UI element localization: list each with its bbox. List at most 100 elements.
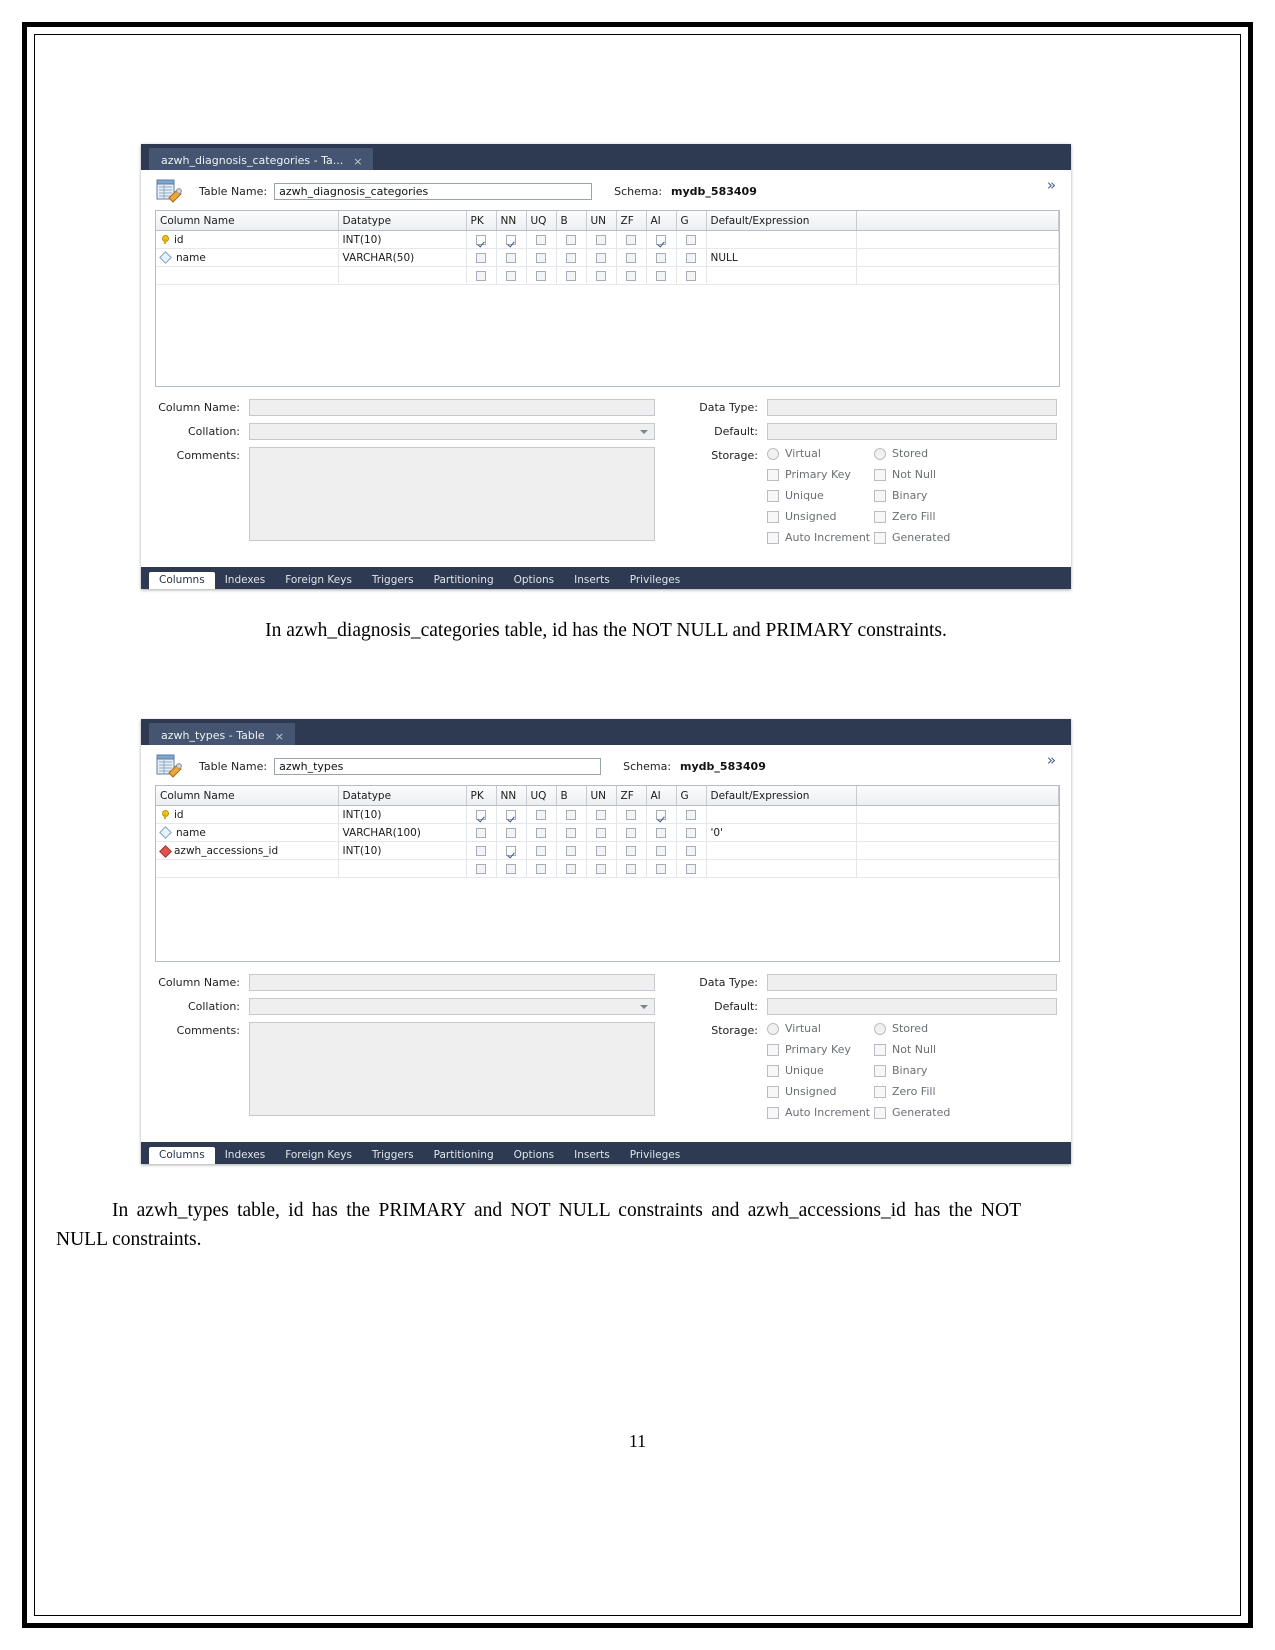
storage-option-virtual[interactable]: Virtual <box>767 447 874 460</box>
checkbox-icon[interactable] <box>767 489 779 502</box>
flag-nn-cell[interactable] <box>496 805 527 824</box>
checkbox-icon[interactable] <box>767 510 779 523</box>
detail-data-type-input[interactable] <box>767 974 1057 991</box>
storage-option-generated[interactable]: Generated <box>874 531 981 544</box>
flag-nn-cell[interactable] <box>496 841 527 860</box>
checkbox-zf-icon[interactable] <box>626 863 636 874</box>
flag-zf-cell[interactable] <box>616 248 647 267</box>
checkbox-icon[interactable] <box>767 1064 779 1077</box>
checkbox-icon[interactable] <box>874 1106 886 1119</box>
checkbox-nn-icon[interactable] <box>506 863 516 874</box>
tab-triggers[interactable]: Triggers <box>362 1147 424 1164</box>
checkbox-un-icon[interactable] <box>596 234 606 245</box>
flag-b-cell[interactable] <box>556 823 587 842</box>
checkbox-uq-icon[interactable] <box>536 270 546 281</box>
checkbox-zf-icon[interactable] <box>626 809 636 820</box>
flag-zf-cell[interactable] <box>616 230 647 249</box>
detail-column-name-input[interactable] <box>249 974 655 991</box>
tab-options[interactable]: Options <box>504 572 565 589</box>
flag-zf-cell[interactable] <box>616 823 647 842</box>
checkbox-pk-icon[interactable] <box>476 270 486 281</box>
grid-header-cell[interactable]: G <box>676 786 707 806</box>
flag-g-cell[interactable] <box>676 248 707 267</box>
flag-b-cell[interactable] <box>556 841 587 860</box>
flag-ai-cell[interactable] <box>646 823 677 842</box>
checkbox-nn-icon[interactable] <box>506 827 516 838</box>
checkbox-un-icon[interactable] <box>596 252 606 263</box>
column-name-cell[interactable]: name <box>156 823 339 842</box>
flag-un-cell[interactable] <box>586 248 617 267</box>
flag-g-cell[interactable] <box>676 859 707 878</box>
column-name-cell[interactable] <box>156 266 339 285</box>
grid-header-cell[interactable]: Datatype <box>338 211 467 231</box>
storage-option-not-null[interactable]: Not Null <box>874 468 981 481</box>
checkbox-b-icon[interactable] <box>566 234 576 245</box>
flag-b-cell[interactable] <box>556 266 587 285</box>
checkbox-g-icon[interactable] <box>686 252 696 263</box>
storage-option-zero-fill[interactable]: Zero Fill <box>874 1085 981 1098</box>
flag-g-cell[interactable] <box>676 841 707 860</box>
flag-g-cell[interactable] <box>676 266 707 285</box>
checkbox-icon[interactable] <box>874 1043 886 1056</box>
flag-un-cell[interactable] <box>586 805 617 824</box>
storage-option-binary[interactable]: Binary <box>874 489 981 502</box>
grid-header-cell[interactable]: ZF <box>616 786 647 806</box>
checkbox-uq-icon[interactable] <box>536 845 546 856</box>
checkbox-uq-icon[interactable] <box>536 234 546 245</box>
tab-options[interactable]: Options <box>504 1147 565 1164</box>
storage-option-binary[interactable]: Binary <box>874 1064 981 1077</box>
flag-pk-cell[interactable] <box>466 805 497 824</box>
chevron-down-icon[interactable]: » <box>1047 178 1056 193</box>
checkbox-b-icon[interactable] <box>566 252 576 263</box>
checkbox-zf-icon[interactable] <box>626 827 636 838</box>
checkbox-un-icon[interactable] <box>596 827 606 838</box>
flag-b-cell[interactable] <box>556 859 587 878</box>
tab-privileges[interactable]: Privileges <box>620 572 691 589</box>
close-icon[interactable]: × <box>353 156 362 167</box>
flag-b-cell[interactable] <box>556 248 587 267</box>
checkbox-pk-icon[interactable] <box>476 252 486 263</box>
flag-zf-cell[interactable] <box>616 266 647 285</box>
checkbox-pk-icon[interactable] <box>476 827 486 838</box>
chevron-down-icon[interactable]: » <box>1047 753 1056 768</box>
tab-indexes[interactable]: Indexes <box>215 1147 276 1164</box>
grid-header-cell[interactable]: Datatype <box>338 786 467 806</box>
grid-header-cell[interactable]: PK <box>466 211 497 231</box>
flag-uq-cell[interactable] <box>526 266 557 285</box>
checkbox-nn-icon[interactable] <box>506 234 516 245</box>
grid-header-cell[interactable]: UN <box>586 786 617 806</box>
grid-header-cell[interactable]: AI <box>646 786 677 806</box>
flag-ai-cell[interactable] <box>646 859 677 878</box>
grid-header-cell[interactable]: B <box>556 786 587 806</box>
storage-option-unique[interactable]: Unique <box>767 489 874 502</box>
datatype-cell[interactable] <box>338 266 467 285</box>
tab-columns[interactable]: Columns <box>149 572 215 589</box>
tab-partitioning[interactable]: Partitioning <box>424 1147 504 1164</box>
flag-g-cell[interactable] <box>676 805 707 824</box>
column-name-cell[interactable]: name <box>156 248 339 267</box>
flag-zf-cell[interactable] <box>616 841 647 860</box>
flag-b-cell[interactable] <box>556 230 587 249</box>
grid-header-cell[interactable]: Column Name <box>156 786 339 806</box>
column-name-cell[interactable]: id <box>156 230 339 249</box>
flag-pk-cell[interactable] <box>466 266 497 285</box>
storage-option-virtual[interactable]: Virtual <box>767 1022 874 1035</box>
flag-un-cell[interactable] <box>586 230 617 249</box>
table-row[interactable]: name VARCHAR(50) NULL <box>156 248 1059 267</box>
flag-pk-cell[interactable] <box>466 823 497 842</box>
default-expression-cell[interactable] <box>706 805 857 824</box>
detail-column-name-input[interactable] <box>249 399 655 416</box>
checkbox-nn-icon[interactable] <box>506 252 516 263</box>
radio-icon[interactable] <box>767 1022 779 1035</box>
detail-data-type-input[interactable] <box>767 399 1057 416</box>
table-name-input[interactable] <box>274 182 593 200</box>
default-expression-cell[interactable] <box>706 266 857 285</box>
checkbox-ai-icon[interactable] <box>656 270 666 281</box>
checkbox-zf-icon[interactable] <box>626 270 636 281</box>
column-name-cell[interactable] <box>156 859 339 878</box>
detail-comments-textarea[interactable] <box>249 447 655 541</box>
tab-privileges[interactable]: Privileges <box>620 1147 691 1164</box>
tab-foreign-keys[interactable]: Foreign Keys <box>275 1147 362 1164</box>
tab-inserts[interactable]: Inserts <box>564 1147 620 1164</box>
tab-partitioning[interactable]: Partitioning <box>424 572 504 589</box>
